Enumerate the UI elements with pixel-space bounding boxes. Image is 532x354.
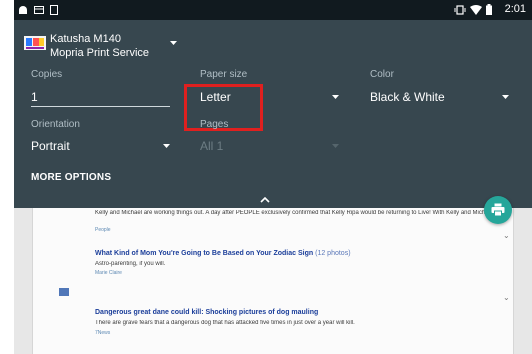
status-time: 2:01 <box>504 3 526 15</box>
orientation-select[interactable]: Portrait <box>31 139 70 153</box>
color-select[interactable]: Black & White <box>370 90 445 104</box>
vibrate-icon <box>454 5 466 15</box>
battery-icon <box>486 4 492 15</box>
color-dropdown-icon[interactable] <box>502 95 509 99</box>
copies-label: Copies <box>31 69 63 80</box>
print-button[interactable] <box>484 196 512 224</box>
copies-input[interactable]: 1 <box>31 90 38 104</box>
pages-select: All 1 <box>200 139 224 153</box>
preview-page: Kelly and Michael are working things out… <box>32 208 514 354</box>
copies-underline <box>31 106 170 107</box>
print-icon <box>491 203 505 217</box>
preview-snippet-2: Astro-parenting, if you will. <box>95 261 166 267</box>
image-notification-icon <box>34 6 44 14</box>
preview-source-3: 7News <box>95 330 111 336</box>
preview-headline-3: Dangerous great dane could kill: Shockin… <box>95 309 319 316</box>
print-dialog-screen: 2:01 Katusha M140 Mopria Print Service C… <box>14 0 532 354</box>
printer-service[interactable]: Mopria Print Service <box>50 47 149 59</box>
preview-snippet-3: There are grave fears that a dangerous d… <box>95 320 355 326</box>
status-bar: 2:01 <box>14 0 532 20</box>
more-options-button[interactable]: MORE OPTIONS <box>31 172 111 183</box>
preview-source-1: People <box>95 227 111 233</box>
preview-source-2: Marie Claire <box>95 270 122 276</box>
preview-media-icon <box>59 288 69 296</box>
preview-chevron-1-icon: ⌄ <box>503 231 510 240</box>
print-settings-panel: Katusha M140 Mopria Print Service Copies… <box>14 20 532 208</box>
wifi-icon <box>470 5 482 15</box>
color-label: Color <box>370 69 394 80</box>
pages-dropdown-icon <box>332 144 339 148</box>
android-icon <box>19 6 27 14</box>
orientation-dropdown-icon[interactable] <box>163 144 170 148</box>
orientation-label: Orientation <box>31 119 80 130</box>
document-preview: Kelly and Michael are working things out… <box>14 208 532 354</box>
preview-headline-2: What Kind of Mom You're Going to Be Base… <box>95 250 351 257</box>
collapse-chevron-icon[interactable] <box>260 197 270 203</box>
mopria-printer-icon <box>24 36 46 50</box>
sd-card-icon <box>50 5 58 15</box>
preview-chevron-2-icon: ⌄ <box>503 293 510 302</box>
printer-dropdown-icon[interactable] <box>170 41 177 45</box>
paper-size-dropdown-icon[interactable] <box>332 95 339 99</box>
printer-name[interactable]: Katusha M140 <box>50 33 121 45</box>
preview-count-2: (12 photos) <box>315 250 351 257</box>
preview-title-2: What Kind of Mom You're Going to Be Base… <box>95 250 314 257</box>
preview-snippet-1: Kelly and Michael are working things out… <box>95 210 507 216</box>
pages-label: Pages <box>200 119 229 130</box>
paper-size-label: Paper size <box>200 69 248 80</box>
